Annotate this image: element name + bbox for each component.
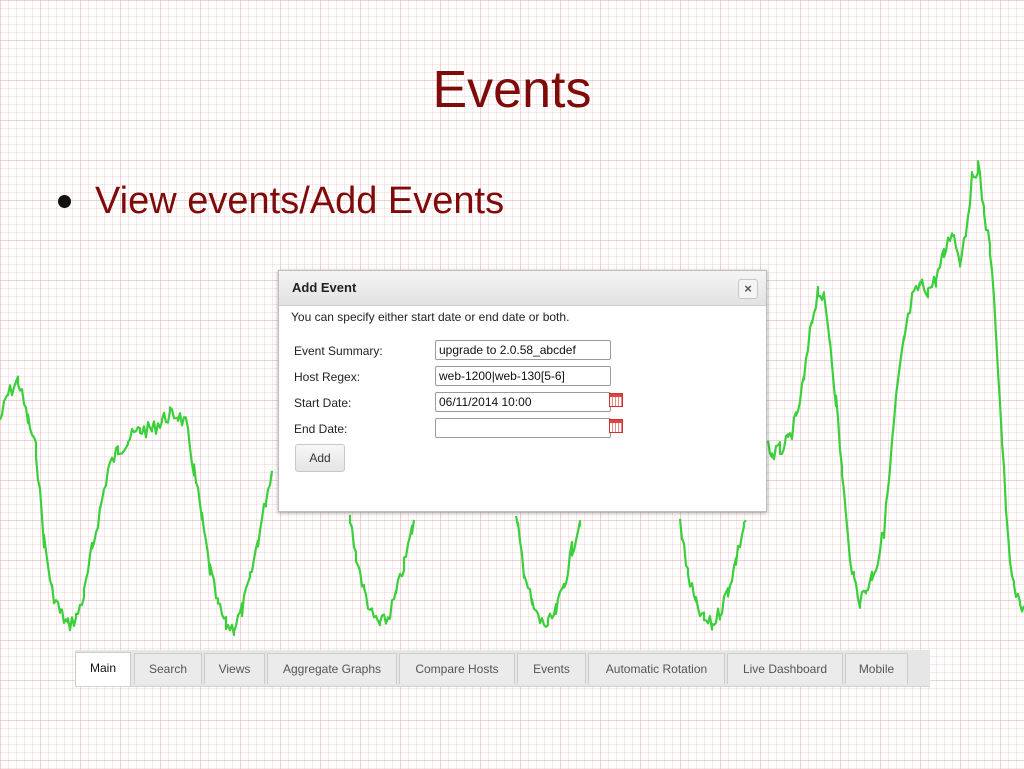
calendar-icon[interactable] [609, 419, 623, 433]
slide-title: Events [432, 61, 592, 119]
graph-line [0, 375, 274, 637]
graph-line [766, 160, 1024, 613]
graph-line [348, 514, 416, 627]
bullet-dot [58, 195, 71, 208]
nav-tabbar: Main Search Views Aggregate Graphs Compa… [75, 650, 930, 687]
tab-search[interactable]: Search [134, 653, 202, 684]
tab-aggregate-graphs[interactable]: Aggregate Graphs [267, 653, 397, 684]
tab-live-dashboard[interactable]: Live Dashboard [727, 653, 843, 684]
tab-main[interactable]: Main [75, 652, 131, 686]
start-date-label: Start Date: [294, 396, 352, 410]
tab-mobile[interactable]: Mobile [845, 653, 908, 684]
close-icon[interactable]: × [738, 279, 758, 299]
tab-compare-hosts[interactable]: Compare Hosts [399, 653, 515, 684]
tab-events[interactable]: Events [517, 653, 586, 684]
graph-line [514, 515, 582, 628]
add-button[interactable]: Add [295, 444, 345, 472]
end-date-label: End Date: [294, 422, 348, 436]
dialog-title: Add Event [292, 280, 357, 295]
add-event-dialog: Add Event × You can specify either start… [278, 270, 767, 512]
event-summary-input[interactable] [435, 340, 611, 360]
start-date-input[interactable] [435, 392, 611, 412]
tab-automatic-rotation[interactable]: Automatic Rotation [588, 653, 725, 684]
graph-line [678, 518, 747, 631]
bullet-text: View events/Add Events [95, 180, 505, 222]
host-regex-input[interactable] [435, 366, 611, 386]
host-regex-label: Host Regex: [294, 370, 361, 384]
end-date-input[interactable] [435, 418, 611, 438]
event-summary-label: Event Summary: [294, 344, 383, 358]
tab-views[interactable]: Views [204, 653, 265, 684]
dialog-header: Add Event × [279, 271, 766, 306]
calendar-icon[interactable] [609, 393, 623, 407]
bullet-item: View events/Add Events [58, 180, 504, 223]
dialog-note: You can specify either start date or end… [291, 310, 570, 324]
